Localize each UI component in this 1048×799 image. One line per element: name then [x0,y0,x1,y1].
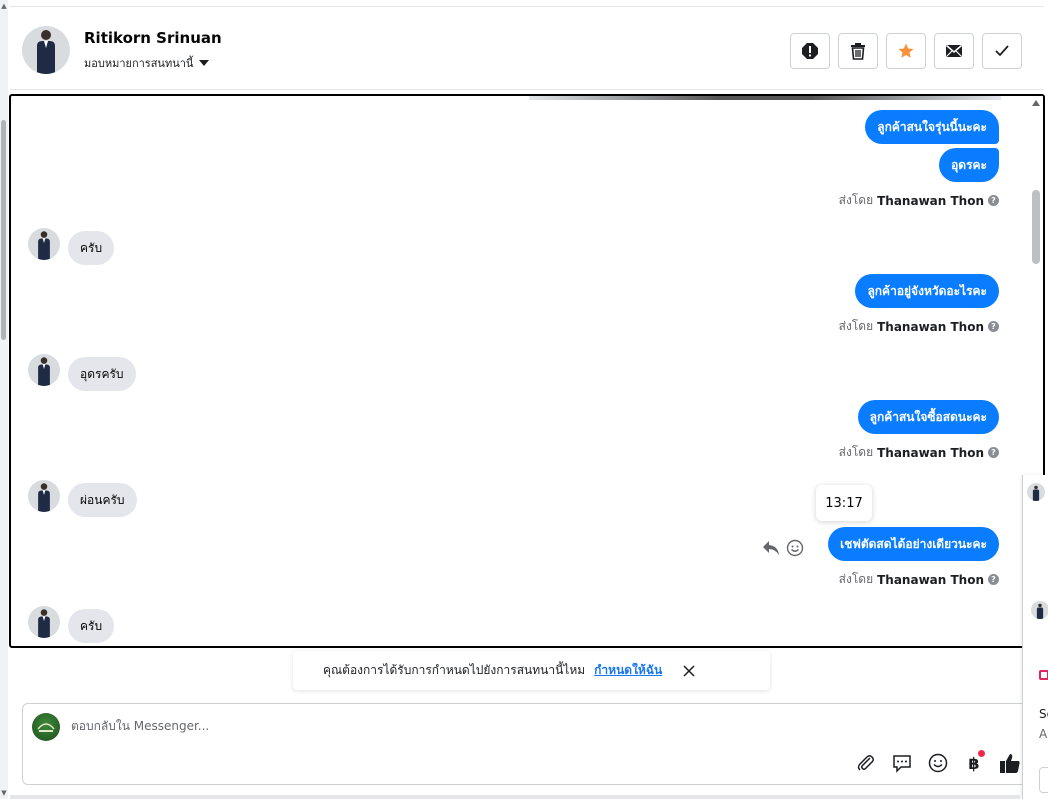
mark-unread-button[interactable] [934,33,974,69]
sent-by-label: ส่งโดย Thanawan Thon ? [839,570,999,589]
mark-done-button[interactable] [982,33,1022,69]
sent-by-label: ส่งโดย Thanawan Thon ? [839,191,999,210]
shared-image-edge [529,96,1001,100]
message-thread[interactable]: ลูกค้าสนใจรุ่นนี้นะคะ อุดรคะ ส่งโดย Than… [9,94,1045,648]
incoming-message[interactable]: ผ่อนครับ [68,483,137,517]
sender-name[interactable]: Thanawan Thon [877,573,984,587]
incoming-message-row: ครับ [28,601,115,643]
contact-avatar[interactable] [22,26,70,74]
outgoing-message[interactable]: เชฟตัดสดได้อย่างเดียวนะคะ [828,527,999,561]
help-icon[interactable]: ? [988,447,999,458]
scroll-down-arrow[interactable]: ▼ [0,789,8,797]
emoji-icon [928,753,948,773]
incoming-message[interactable]: ครับ [68,231,115,265]
check-icon [995,45,1009,57]
incoming-message-row: อุดรครับ [28,349,136,391]
help-icon[interactable]: ? [988,321,999,332]
person-icon [38,357,50,386]
person-icon [1036,603,1044,619]
side-panel-button[interactable] [1039,767,1048,793]
sent-by-prefix: ส่งโดย [838,445,874,459]
baht-icon: ฿ [968,753,980,773]
alert-icon [802,43,818,59]
sent-by-prefix: ส่งโดย [838,319,874,333]
help-icon[interactable]: ? [988,195,999,206]
contact-avatar[interactable] [28,480,60,512]
chat-bubble-icon [893,755,911,773]
caret-down-icon [199,60,210,66]
person-icon [38,231,50,260]
sender-name[interactable]: Thanawan Thon [877,446,984,460]
sent-by-label: ส่งโดย Thanawan Thon ? [839,443,999,462]
like-button[interactable] [999,752,1021,774]
person-icon [37,30,55,74]
reply-input[interactable] [71,716,671,736]
composer-tools: ฿ [855,750,1021,774]
outgoing-message[interactable]: ลูกค้าอยู่จังหวัดอะไรคะ [855,274,999,308]
person-icon [38,483,50,512]
person-icon [38,609,50,638]
contact-avatar[interactable] [28,606,60,638]
close-icon[interactable] [682,664,696,678]
notification-dot [978,750,985,757]
outgoing-message[interactable]: ลูกค้าสนใจรุ่นนี้นะคะ [865,110,999,144]
scroll-up-arrow[interactable]: ▲ [0,2,8,10]
inbox-page: ▲ ▼ Ritikorn Srinuan มอบหมายการสนทนานี้ [0,0,1048,799]
incoming-message-row: ผ่อนครับ [28,475,137,517]
trash-icon [851,43,865,60]
assign-to-me-link[interactable]: กำหนดให้ฉัน [594,661,662,680]
help-icon[interactable]: ? [988,574,999,585]
thumbs-up-icon [1000,754,1020,773]
side-panel-avatar[interactable] [1027,483,1045,501]
contact-avatar[interactable] [28,354,60,386]
sent-by-prefix: ส่งโดย [838,572,874,586]
incoming-message-row: ครับ [28,223,115,265]
person-icon [1032,485,1040,501]
incoming-message[interactable]: อุดรครับ [68,357,136,391]
emoji-react-icon[interactable] [786,539,804,557]
assign-dropdown[interactable]: มอบหมายการสนทนานี้ [84,54,210,72]
assign-label: มอบหมายการสนทนานี้ [84,57,194,70]
message-hover-actions [762,539,804,557]
report-button[interactable] [790,33,830,69]
page-avatar [32,713,60,741]
assign-banner-text: คุณต้องการได้รับการกำหนดไปยังการสนทนานี้… [323,663,586,677]
reply-icon[interactable] [762,540,780,556]
outgoing-message[interactable]: อุดรคะ [939,148,999,182]
side-panel-text: Se [1039,707,1048,721]
sent-by-label: ส่งโดย Thanawan Thon ? [839,317,999,336]
timestamp-tooltip: 13:17 [816,485,872,521]
delete-button[interactable] [838,33,878,69]
scroll-up-arrow[interactable] [1032,100,1040,106]
sender-name[interactable]: Thanawan Thon [877,320,984,334]
envelope-icon [946,44,962,57]
contact-avatar[interactable] [28,228,60,260]
star-icon [898,43,914,58]
side-panel-subtext: A [1039,727,1048,741]
side-panel-avatar[interactable] [1031,601,1048,619]
contact-name[interactable]: Ritikorn Srinuan [84,29,222,47]
payment-button[interactable]: ฿ [963,750,985,774]
conversation-header: Ritikorn Srinuan มอบหมายการสนทนานี้ [10,6,1044,90]
paperclip-icon [857,755,874,771]
bottom-divider [10,795,1020,799]
assign-banner: คุณต้องการได้รับการกำหนดไปยังการสนทนานี้… [293,651,770,690]
incoming-message[interactable]: ครับ [68,609,115,643]
sender-name[interactable]: Thanawan Thon [877,194,984,208]
reply-composer: ฿ [22,703,1028,785]
side-panel-badge-icon [1039,670,1048,680]
star-button[interactable] [886,33,926,69]
thread-scrollbar-thumb[interactable] [1032,190,1040,264]
side-panel: Se A [1022,475,1048,799]
emoji-button[interactable] [927,752,949,774]
header-actions [790,33,1022,69]
left-scrollbar-thumb[interactable] [1,120,6,340]
attach-button[interactable] [855,752,877,774]
left-scrollbar[interactable]: ▲ ▼ [0,0,8,799]
page-logo-icon [37,723,55,732]
saved-replies-button[interactable] [891,752,913,774]
sent-by-prefix: ส่งโดย [838,193,874,207]
outgoing-message[interactable]: ลูกค้าสนใจซื้อสดนะคะ [857,400,999,434]
